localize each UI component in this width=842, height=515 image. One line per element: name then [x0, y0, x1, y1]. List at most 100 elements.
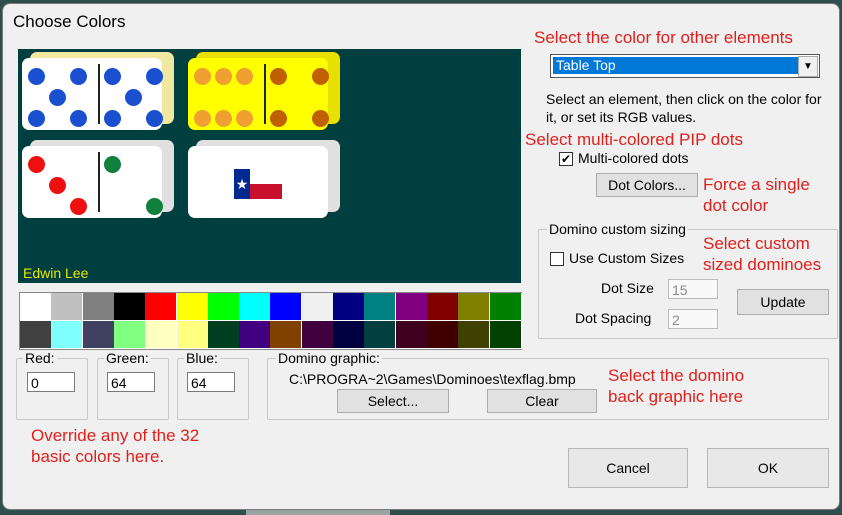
blue-label: Blue: [184, 350, 220, 366]
color-swatch[interactable] [239, 321, 272, 349]
color-swatch[interactable] [207, 321, 240, 349]
color-swatch[interactable] [176, 321, 209, 349]
domino-preview[interactable] [22, 52, 174, 130]
color-swatch[interactable] [458, 293, 491, 321]
pip-dot [70, 110, 87, 127]
pip-dot [28, 110, 45, 127]
color-swatch[interactable] [145, 321, 178, 349]
pip-dot [28, 156, 45, 173]
select-graphic-button[interactable]: Select... [337, 389, 449, 413]
update-button[interactable]: Update [737, 289, 829, 315]
dot-spacing-field[interactable]: 2 [668, 309, 718, 329]
color-swatch[interactable] [270, 293, 303, 321]
color-swatch[interactable] [458, 321, 491, 349]
pip-dot [104, 110, 121, 127]
color-swatch[interactable] [51, 293, 84, 321]
color-swatch[interactable] [395, 321, 428, 349]
annotation-custom-sized-line1: Select custom [703, 234, 810, 253]
element-select-value: Table Top [553, 57, 799, 74]
annotation-custom-sized-line2: sized dominoes [703, 255, 822, 274]
pip-dot [236, 68, 253, 85]
clear-graphic-button[interactable]: Clear [487, 389, 597, 413]
pip-dot [194, 68, 211, 85]
pip-dot [49, 89, 66, 106]
color-swatch[interactable] [20, 321, 52, 349]
use-custom-sizes-checkbox[interactable] [550, 252, 564, 266]
color-swatch[interactable] [51, 321, 84, 349]
pip-dot [125, 89, 142, 106]
domino-preview[interactable] [188, 52, 340, 130]
red-field[interactable]: 0 [27, 372, 75, 392]
domino-preview[interactable] [22, 140, 174, 218]
color-swatch[interactable] [364, 293, 397, 321]
dot-size-field[interactable]: 15 [668, 279, 718, 299]
pip-dot [270, 110, 287, 127]
pip-dot [146, 68, 163, 85]
multicolor-label: Multi-colored dots [578, 150, 689, 166]
texas-flag-graphic: ★ [234, 169, 282, 199]
pip-dot [215, 110, 232, 127]
graphic-path: C:\PROGRA~2\Games\Dominoes\texflag.bmp [289, 371, 576, 387]
color-swatch[interactable] [395, 293, 428, 321]
pip-dot [104, 156, 121, 173]
custom-sizing-caption: Domino custom sizing [547, 221, 688, 237]
color-swatch[interactable] [489, 293, 522, 321]
domino-divider [98, 152, 100, 212]
pip-dot [49, 177, 66, 194]
table-top-preview[interactable]: ★ Edwin Lee [18, 49, 521, 283]
ok-button[interactable]: OK [707, 448, 829, 488]
color-swatch[interactable] [270, 321, 303, 349]
cancel-button[interactable]: Cancel [568, 448, 688, 488]
domino-face [22, 146, 162, 218]
element-select[interactable]: Table Top ▼ [550, 54, 820, 78]
color-swatch[interactable] [113, 293, 146, 321]
dialog-title: Choose Colors [13, 12, 126, 31]
color-swatch[interactable] [82, 321, 115, 349]
pip-dot [70, 68, 87, 85]
color-swatch[interactable] [301, 321, 334, 349]
pip-dot [146, 198, 163, 215]
color-swatch[interactable] [426, 293, 459, 321]
color-swatch[interactable] [20, 293, 52, 321]
annotation-other-elements: Select the color for other elements [534, 28, 793, 47]
pip-dot [312, 68, 329, 85]
choose-colors-dialog: Choose Colors ★ Edwin Lee Select the col… [2, 3, 840, 510]
color-swatch[interactable] [426, 321, 459, 349]
color-swatch[interactable] [176, 293, 209, 321]
multicolor-checkbox[interactable]: ✔ [559, 152, 573, 166]
color-swatch[interactable] [489, 321, 522, 349]
use-custom-sizes-label: Use Custom Sizes [569, 250, 685, 266]
pip-dot [236, 110, 253, 127]
annotation-override-line2: basic colors here. [31, 447, 165, 466]
pip-dot [270, 68, 287, 85]
dot-spacing-label: Dot Spacing [575, 310, 652, 326]
dot-colors-button[interactable]: Dot Colors... [596, 173, 698, 197]
pip-dot [28, 68, 45, 85]
instructions-text: Select an element, then click on the col… [546, 91, 822, 125]
red-label: Red: [23, 350, 57, 366]
domino-divider [264, 64, 266, 124]
color-swatch[interactable] [207, 293, 240, 321]
color-swatch[interactable] [364, 321, 397, 349]
green-field[interactable]: 64 [107, 372, 155, 392]
color-swatch[interactable] [333, 321, 365, 349]
pip-dot [70, 198, 87, 215]
blue-field[interactable]: 64 [187, 372, 235, 392]
domino-divider [98, 64, 100, 124]
annotation-pip-dots: Select multi-colored PIP dots [525, 130, 743, 149]
color-swatch[interactable] [145, 293, 178, 321]
pip-dot [194, 110, 211, 127]
chevron-down-icon[interactable]: ▼ [798, 56, 818, 77]
color-swatch[interactable] [301, 293, 334, 321]
annotation-override-line1: Override any of the 32 [31, 426, 200, 445]
green-label: Green: [104, 350, 151, 366]
color-swatch[interactable] [82, 293, 115, 321]
color-swatch[interactable] [333, 293, 365, 321]
star-icon: ★ [234, 169, 250, 199]
pip-dot [146, 110, 163, 127]
annotation-back-graphic-line1: Select the domino [608, 366, 745, 385]
annotation-back-graphic-line2: back graphic here [608, 387, 744, 406]
color-swatch[interactable] [113, 321, 146, 349]
color-swatch[interactable] [239, 293, 272, 321]
pip-dot [215, 68, 232, 85]
